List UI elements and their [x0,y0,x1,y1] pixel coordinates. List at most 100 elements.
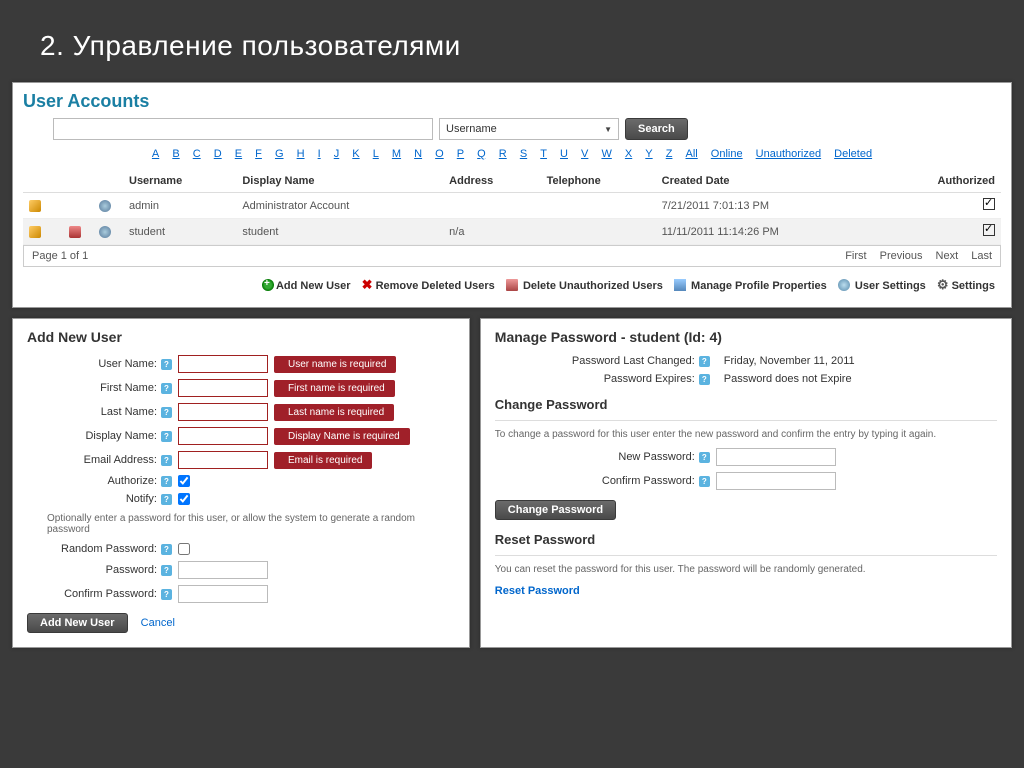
roles-icon[interactable] [99,200,111,212]
lastname-input[interactable] [178,403,268,421]
alpha-link[interactable]: O [435,148,444,160]
notify-checkbox[interactable] [178,493,190,505]
manage-profile-action[interactable]: Manage Profile Properties [674,280,827,292]
search-input[interactable] [53,118,433,140]
help-icon[interactable]: ? [161,544,172,555]
alpha-link[interactable]: Online [711,148,743,160]
pager-next[interactable]: Next [936,250,959,262]
firstname-error: First name is required [274,380,395,397]
alpha-link[interactable]: C [193,148,201,160]
new-pw-input[interactable] [716,448,836,466]
random-pw-label: Random Password: [27,543,157,555]
pager-first[interactable]: First [845,250,866,262]
help-icon[interactable]: ? [161,589,172,600]
delete-unauthorized-action[interactable]: Delete Unauthorized Users [506,280,663,292]
help-icon[interactable]: ? [699,476,710,487]
add-new-user-action[interactable]: Add New User [262,280,351,292]
roles-icon[interactable] [99,226,111,238]
help-icon[interactable]: ? [161,494,172,505]
alpha-link[interactable]: All [686,148,698,160]
help-icon[interactable]: ? [161,476,172,487]
confirm-pw-input[interactable] [178,585,268,603]
col-address: Address [443,170,540,193]
help-icon[interactable]: ? [699,374,710,385]
help-icon[interactable]: ? [161,407,172,418]
alpha-link[interactable]: Unauthorized [756,148,821,160]
users-table: Username Display Name Address Telephone … [23,170,1001,245]
alpha-link[interactable]: F [255,148,262,160]
alpha-link[interactable]: W [601,148,611,160]
expires-label: Password Expires: [495,373,695,385]
alpha-link[interactable]: Q [477,148,486,160]
alpha-link[interactable]: N [414,148,422,160]
search-button[interactable]: Search [625,118,688,140]
confirm-new-pw-label: Confirm Password: [495,475,695,487]
alpha-link[interactable]: T [540,148,547,160]
add-user-button[interactable]: Add New User [27,613,128,633]
alpha-link[interactable]: V [581,148,588,160]
help-icon[interactable]: ? [699,356,710,367]
authorize-checkbox[interactable] [178,475,190,487]
help-icon[interactable]: ? [161,455,172,466]
alpha-link[interactable]: Deleted [834,148,872,160]
alpha-link[interactable]: Y [645,148,652,160]
alpha-link[interactable]: P [457,148,464,160]
alpha-link[interactable]: G [275,148,284,160]
email-label: Email Address: [27,454,157,466]
cancel-link[interactable]: Cancel [141,617,175,629]
delete-icon[interactable] [69,226,81,238]
cell-created: 7/21/2011 7:01:13 PM [656,193,881,219]
alpha-link[interactable]: K [352,148,359,160]
confirm-new-pw-input[interactable] [716,472,836,490]
alpha-link[interactable]: U [560,148,568,160]
firstname-input[interactable] [178,379,268,397]
settings-action[interactable]: ⚙ Settings [937,280,995,292]
help-icon[interactable]: ? [161,383,172,394]
help-icon[interactable]: ? [161,431,172,442]
displayname-error: Display Name is required [274,428,410,445]
alpha-link[interactable]: A [152,148,159,160]
search-field-dropdown[interactable]: Username ▼ [439,118,619,140]
reset-password-heading: Reset Password [495,532,997,547]
edit-icon[interactable] [29,226,41,238]
alpha-link[interactable]: R [499,148,507,160]
reset-password-link[interactable]: Reset Password [495,585,580,597]
divider [495,420,997,421]
email-input[interactable] [178,451,268,469]
alpha-link[interactable]: X [625,148,632,160]
authorized-checkbox [983,198,995,210]
alpha-link[interactable]: D [214,148,222,160]
confirm-pw-label: Confirm Password: [27,588,157,600]
table-row: student student n/a 11/11/2011 11:14:26 … [23,219,1001,245]
remove-deleted-action[interactable]: ✖ Remove Deleted Users [362,280,495,292]
displayname-input[interactable] [178,427,268,445]
alpha-link[interactable]: J [334,148,340,160]
edit-icon[interactable] [29,200,41,212]
password-input[interactable] [178,561,268,579]
alpha-link[interactable]: Z [666,148,673,160]
pager-prev[interactable]: Previous [880,250,923,262]
random-pw-checkbox[interactable] [178,543,190,555]
last-changed-label: Password Last Changed: [495,355,695,367]
alpha-link[interactable]: E [235,148,242,160]
user-settings-action[interactable]: User Settings [838,280,926,292]
change-password-button[interactable]: Change Password [495,500,616,520]
displayname-label: Display Name: [27,430,157,442]
alpha-link[interactable]: H [297,148,305,160]
alpha-link[interactable]: L [373,148,379,160]
username-input[interactable] [178,355,268,373]
alpha-link[interactable]: I [318,148,321,160]
divider [495,555,997,556]
alpha-link[interactable]: M [392,148,401,160]
alpha-link[interactable]: B [172,148,179,160]
plus-icon [262,279,274,291]
cell-created: 11/11/2011 11:14:26 PM [656,219,881,245]
dropdown-value: Username [446,123,497,135]
col-authorized: Authorized [880,170,1001,193]
help-icon[interactable]: ? [161,565,172,576]
pager-last[interactable]: Last [971,250,992,262]
alpha-link[interactable]: S [520,148,527,160]
table-row: admin Administrator Account 7/21/2011 7:… [23,193,1001,219]
help-icon[interactable]: ? [699,452,710,463]
help-icon[interactable]: ? [161,359,172,370]
